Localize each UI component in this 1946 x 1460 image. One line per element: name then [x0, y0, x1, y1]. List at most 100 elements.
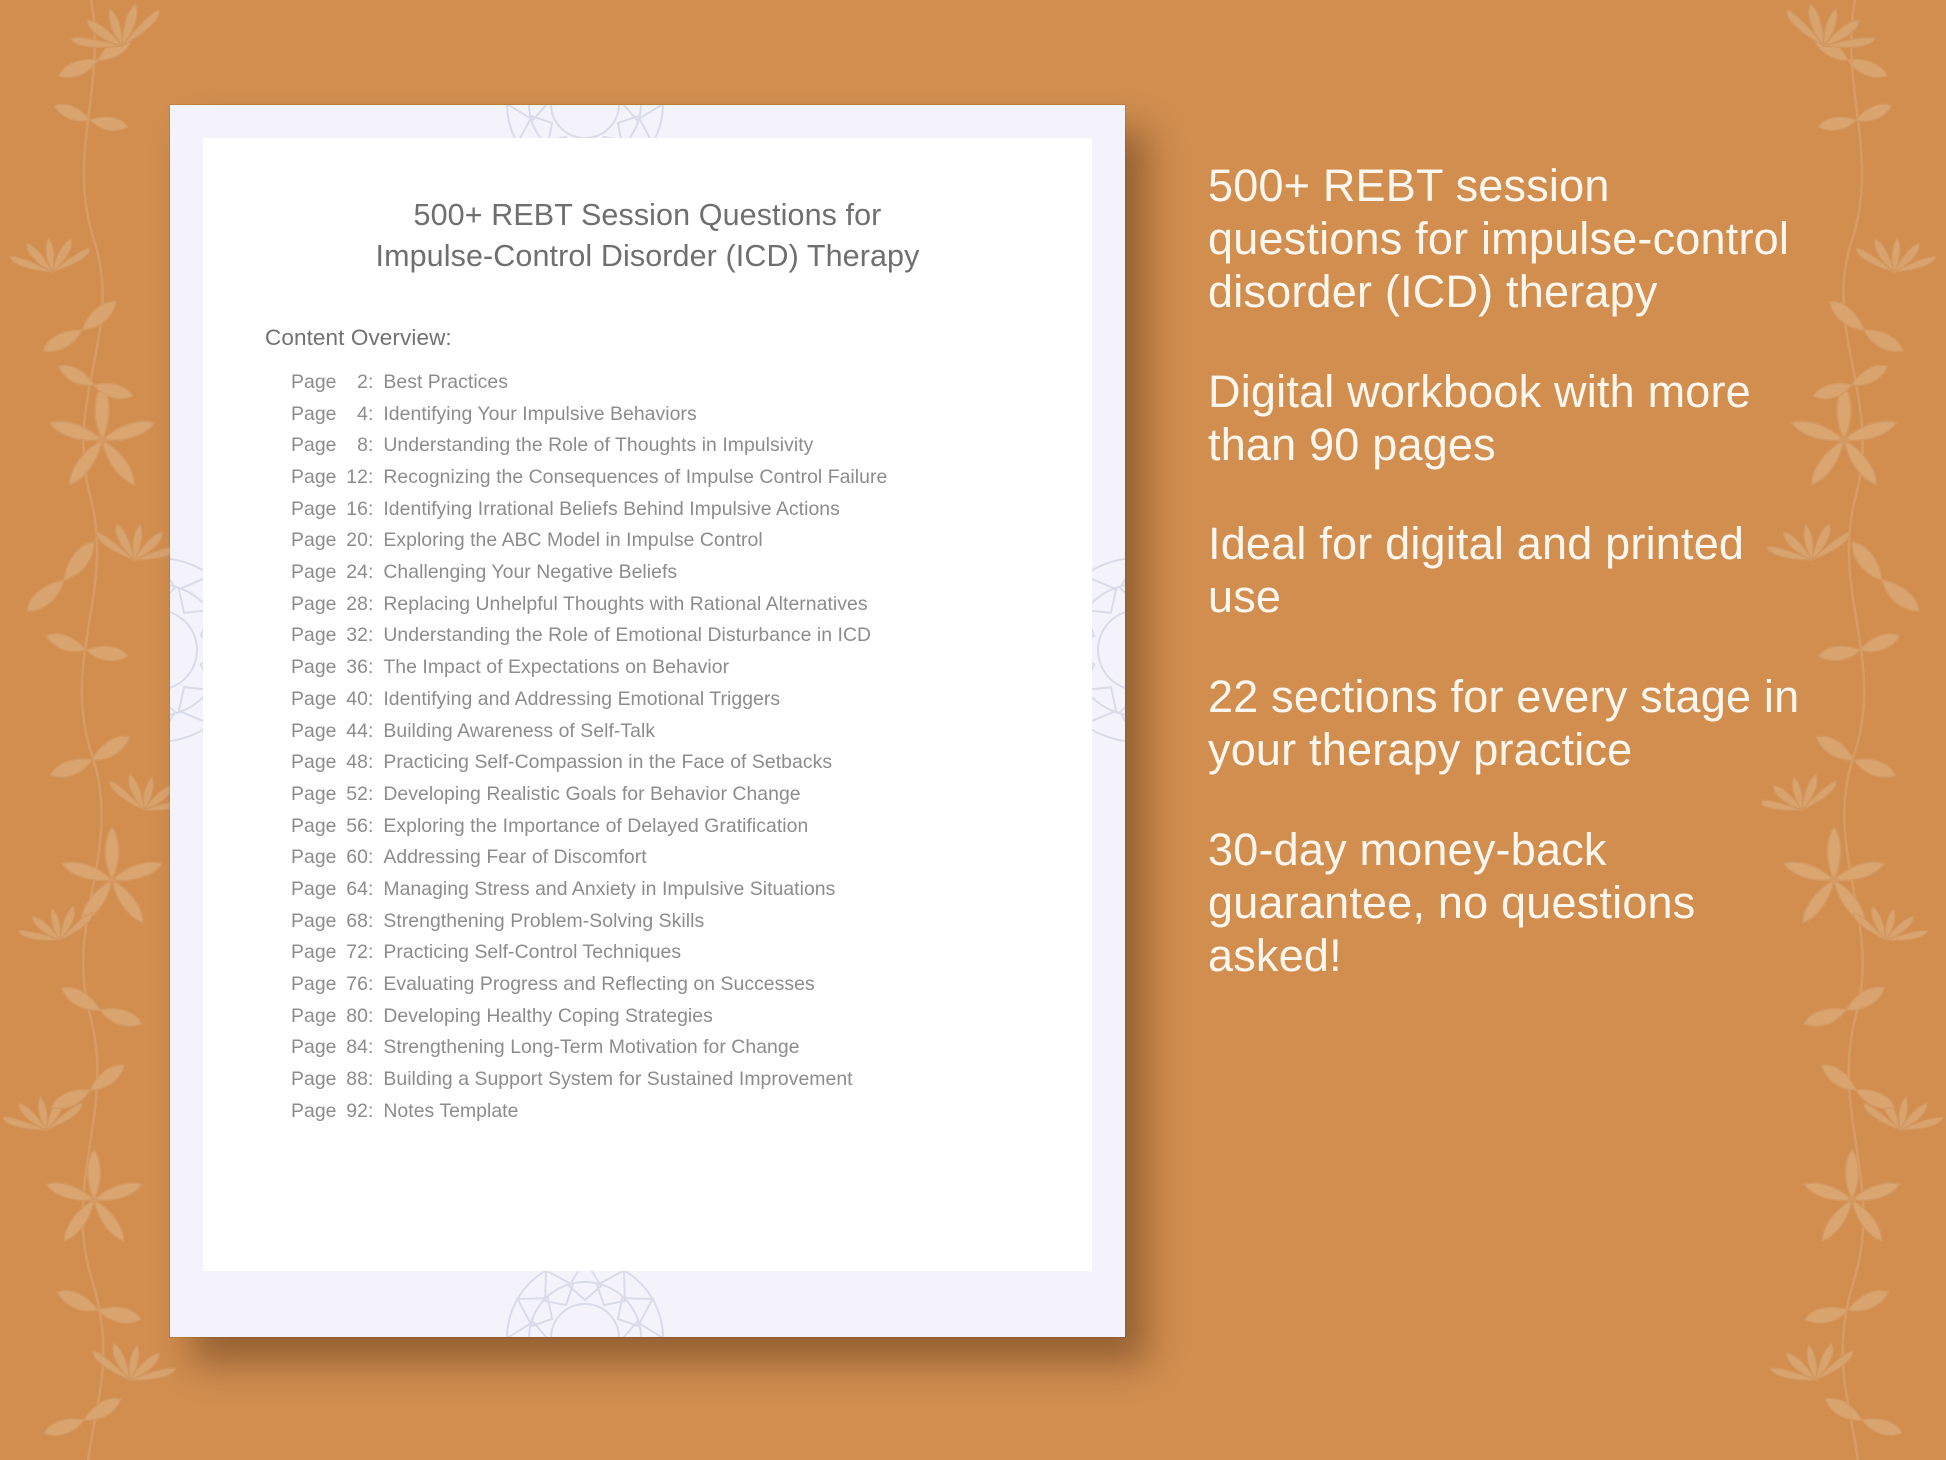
- floral-vine-left-icon: [0, 0, 184, 1460]
- toc-page-number: 40: [346, 687, 368, 710]
- toc-colon: :: [367, 370, 374, 393]
- toc-section-title: Exploring the Importance of Delayed Grat…: [383, 814, 809, 837]
- toc-colon: :: [367, 529, 374, 552]
- toc-colon: :: [367, 592, 374, 615]
- table-of-contents-row: Page 64: Managing Stress and Anxiety in I…: [291, 877, 1092, 912]
- toc-colon: :: [367, 687, 374, 710]
- toc-page-number: 8: [357, 434, 368, 457]
- workbook-page-content: 500+ REBT Session Questions for Impulse-…: [203, 138, 1092, 1271]
- toc-section-title: Challenging Your Negative Beliefs: [383, 561, 678, 584]
- toc-colon: :: [367, 1068, 374, 1091]
- toc-page-word: Page: [291, 370, 342, 393]
- table-of-contents-row: Page 4: Identifying Your Impulsive Behavi…: [291, 402, 1092, 437]
- toc-colon: :: [367, 941, 374, 964]
- table-of-contents-row: Page 60: Addressing Fear of Discomfort: [291, 846, 1092, 880]
- toc-colon: :: [367, 1036, 374, 1059]
- toc-page-number: 84: [346, 1036, 368, 1059]
- toc-colon: :: [367, 1004, 374, 1027]
- toc-section-title: Evaluating Progress and Reflecting on Su…: [383, 973, 815, 995]
- table-of-contents-row: Page 28: Replacing Unhelpful Thoughts wit…: [291, 592, 1092, 627]
- toc-page-number: 28: [346, 592, 368, 615]
- toc-page-number: 48: [346, 751, 368, 774]
- table-of-contents-row: Page 20: Exploring the ABC Model in Impul…: [291, 529, 1092, 563]
- toc-page-number: 36: [346, 656, 368, 679]
- toc-page-word: Page: [291, 782, 342, 805]
- toc-page-number: 56: [346, 814, 368, 837]
- toc-page-number: 12: [346, 466, 368, 488]
- table-of-contents: Page 2: Best Practices Page 4: Identifying …: [291, 370, 1092, 1134]
- toc-page-number: 4: [357, 402, 368, 425]
- toc-page-number: 88: [346, 1068, 368, 1091]
- toc-section-title: Understanding the Role of Emotional Dist…: [383, 624, 872, 647]
- table-of-contents-row: Page 68: Strengthening Problem-Solving Sk…: [291, 909, 1092, 944]
- toc-section-title: Identifying Irrational Beliefs Behind Im…: [383, 497, 840, 520]
- toc-page-word: Page: [291, 909, 342, 932]
- toc-page-word: Page: [291, 751, 342, 774]
- table-of-contents-row: Page 2: Best Practices: [291, 370, 1092, 405]
- toc-page-word: Page: [291, 434, 342, 457]
- table-of-contents-row: Page 24: Challenging Your Negative Belief…: [291, 561, 1092, 595]
- toc-section-title: Recognizing the Consequences of Impulse …: [383, 466, 888, 488]
- toc-colon: :: [367, 402, 374, 425]
- toc-colon: :: [367, 719, 374, 742]
- toc-section-title: Developing Healthy Coping Strategies: [383, 1004, 713, 1027]
- toc-page-word: Page: [291, 814, 342, 837]
- table-of-contents-row: Page 44: Building Awareness of Self-Talk: [291, 719, 1092, 754]
- table-of-contents-row: Page 76: Evaluating Progress and Reflecti…: [291, 973, 1092, 1007]
- toc-page-number: 60: [346, 846, 368, 869]
- toc-colon: :: [367, 973, 374, 995]
- toc-colon: :: [367, 561, 374, 584]
- toc-colon: :: [367, 624, 374, 647]
- toc-page-word: Page: [291, 877, 342, 900]
- table-of-contents-row: Page 16: Identifying Irrational Beliefs B…: [291, 497, 1092, 532]
- toc-colon: :: [367, 782, 374, 805]
- page-title-line-1: 500+ REBT Session Questions for: [413, 198, 882, 232]
- toc-page-number: 24: [346, 561, 368, 584]
- toc-section-title: Strengthening Long-Term Motivation for C…: [383, 1036, 800, 1059]
- toc-page-word: Page: [291, 561, 342, 584]
- table-of-contents-row: Page 56: Exploring the Importance of Dela…: [291, 814, 1092, 849]
- toc-colon: :: [367, 466, 374, 488]
- table-of-contents-row: Page 72: Practicing Self-Control Techniqu…: [291, 941, 1092, 975]
- toc-colon: :: [367, 877, 374, 900]
- table-of-contents-row: Page 84: Strengthening Long-Term Motivati…: [291, 1036, 1092, 1070]
- toc-page-word: Page: [291, 497, 342, 520]
- toc-page-word: Page: [291, 592, 342, 615]
- marketing-bullet-list: 500+ REBT session questions for impulse-…: [1208, 160, 1808, 983]
- toc-section-title: Understanding the Role of Thoughts in Im…: [383, 434, 814, 457]
- toc-page-word: Page: [291, 1068, 342, 1091]
- toc-colon: :: [367, 814, 374, 837]
- toc-section-title: Practicing Self-Control Techniques: [383, 941, 682, 964]
- toc-section-title: Best Practices: [383, 370, 509, 393]
- table-of-contents-row: Page 12: Recognizing the Consequences of …: [291, 466, 1092, 500]
- toc-section-title: Practicing Self-Compassion in the Face o…: [383, 751, 833, 774]
- toc-page-word: Page: [291, 687, 342, 710]
- toc-page-number: 52: [346, 782, 368, 805]
- toc-page-number: 44: [346, 719, 368, 742]
- toc-section-title: Strengthening Problem-Solving Skills: [383, 909, 705, 932]
- toc-page-word: Page: [291, 1099, 342, 1122]
- toc-section-title: Replacing Unhelpful Thoughts with Ration…: [383, 592, 868, 615]
- toc-page-number: 68: [346, 909, 368, 932]
- toc-page-word: Page: [291, 1004, 342, 1027]
- marketing-bullet: 500+ REBT session questions for impulse-…: [1208, 160, 1790, 317]
- page-title-line-2: Impulse-Control Disorder (ICD) Therapy: [375, 239, 920, 274]
- marketing-bullet: Ideal for digital and printed use: [1208, 518, 1745, 623]
- toc-page-word: Page: [291, 624, 342, 647]
- toc-page-number: 92: [346, 1099, 368, 1122]
- toc-section-title: Identifying and Addressing Emotional Tri…: [383, 687, 781, 710]
- toc-colon: :: [367, 846, 374, 869]
- marketing-bullet: 22 sections for every stage in your ther…: [1208, 671, 1800, 775]
- toc-page-word: Page: [291, 529, 342, 552]
- toc-page-word: Page: [291, 402, 342, 425]
- marketing-bullet: 30-day money-back guarantee, no question…: [1208, 823, 1696, 981]
- toc-page-number: 76: [346, 973, 368, 995]
- toc-colon: :: [367, 1099, 374, 1122]
- toc-section-title: Developing Realistic Goals for Behavior …: [383, 782, 801, 805]
- page-title: 500+ REBT Session Questions for Impulse-…: [203, 195, 1092, 278]
- marketing-bullet: Digital workbook with more than 90 pages: [1208, 365, 1751, 470]
- toc-page-number: 2: [357, 370, 368, 393]
- toc-page-word: Page: [291, 719, 342, 742]
- toc-page-word: Page: [291, 656, 342, 679]
- toc-colon: :: [367, 497, 374, 520]
